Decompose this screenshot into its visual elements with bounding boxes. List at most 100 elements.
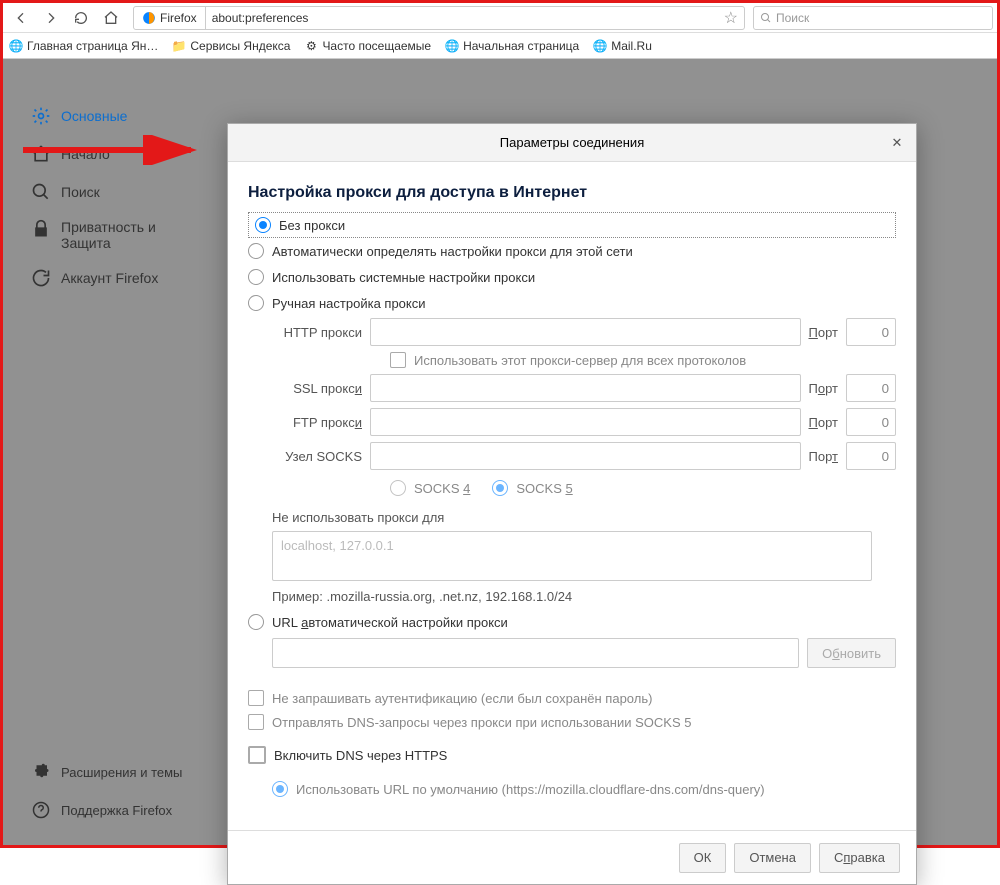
help-button[interactable]: Справка bbox=[819, 843, 900, 873]
bookmark-yandex-home[interactable]: 🌐Главная страница Ян… bbox=[9, 39, 158, 53]
sync-icon bbox=[31, 268, 51, 288]
checkbox-icon bbox=[248, 690, 264, 706]
bookmark-star-icon[interactable]: ☆ bbox=[718, 8, 744, 28]
radio-icon bbox=[248, 295, 264, 311]
sidebar-label: Поддержка Firefox bbox=[61, 803, 172, 818]
no-proxy-example: Пример: .mozilla-russia.org, .net.nz, 19… bbox=[272, 589, 896, 604]
ftp-proxy-input[interactable] bbox=[370, 408, 801, 436]
ok-button[interactable]: ОК bbox=[679, 843, 727, 873]
forward-button[interactable] bbox=[37, 6, 65, 30]
sidebar-item-search[interactable]: Поиск bbox=[31, 173, 227, 211]
radio-icon bbox=[255, 217, 271, 233]
cancel-button[interactable]: Отмена bbox=[734, 843, 811, 873]
radio-label: URL автоматической настройки прокси bbox=[272, 615, 508, 630]
browser-toolbar: Firefox about:preferences ☆ Поиск bbox=[3, 3, 997, 33]
ssl-port-input[interactable] bbox=[846, 374, 896, 402]
radio-manual-proxy[interactable]: Ручная настройка прокси bbox=[248, 290, 896, 316]
ssl-proxy-label: SSL прокси bbox=[272, 381, 362, 396]
identity-label: Firefox bbox=[160, 11, 197, 25]
sidebar-label: Поиск bbox=[61, 184, 100, 200]
radio-label: SOCKS 5 bbox=[516, 481, 572, 496]
sidebar-item-account[interactable]: Аккаунт Firefox bbox=[31, 259, 227, 297]
globe-icon: 🌐 bbox=[9, 39, 23, 53]
lock-icon bbox=[31, 219, 51, 239]
radio-socks4[interactable]: SOCKS 4 bbox=[390, 480, 470, 496]
dialog-footer: ОК Отмена Справка bbox=[228, 830, 916, 884]
dialog-body: Настройка прокси для доступа в Интернет … bbox=[228, 162, 916, 830]
bookmark-startpage[interactable]: 🌐Начальная страница bbox=[445, 39, 579, 53]
ftp-port-input[interactable] bbox=[846, 408, 896, 436]
radio-icon bbox=[272, 781, 288, 797]
search-box[interactable]: Поиск bbox=[753, 6, 993, 30]
ssl-proxy-input[interactable] bbox=[370, 374, 801, 402]
use-for-all-checkbox-row[interactable]: Использовать этот прокси-сервер для всех… bbox=[390, 352, 896, 368]
socks-port-input[interactable] bbox=[846, 442, 896, 470]
radio-auto-detect[interactable]: Автоматически определять настройки прокс… bbox=[248, 238, 896, 264]
http-proxy-input[interactable] bbox=[370, 318, 801, 346]
radio-icon bbox=[390, 480, 406, 496]
sidebar-item-addons[interactable]: Расширения и темы bbox=[31, 753, 227, 791]
home-icon bbox=[31, 144, 51, 164]
sidebar-label: Основные bbox=[61, 108, 127, 124]
radio-label: Использовать URL по умолчанию (https://m… bbox=[296, 782, 765, 797]
search-placeholder: Поиск bbox=[776, 11, 809, 25]
radio-icon bbox=[248, 243, 264, 259]
url-text[interactable]: about:preferences bbox=[206, 11, 718, 25]
http-port-input[interactable] bbox=[846, 318, 896, 346]
radio-icon bbox=[248, 269, 264, 285]
sidebar-label: Приватность и Защита bbox=[61, 219, 181, 251]
sidebar-item-support[interactable]: Поддержка Firefox bbox=[31, 791, 227, 829]
search-icon bbox=[31, 182, 51, 202]
radio-system-proxy[interactable]: Использовать системные настройки прокси bbox=[248, 264, 896, 290]
port-label: Порт bbox=[809, 325, 838, 340]
globe-icon: 🌐 bbox=[445, 39, 459, 53]
checkbox-icon bbox=[248, 746, 266, 764]
port-label: Порт bbox=[809, 415, 838, 430]
bookmark-yandex-services[interactable]: 📁Сервисы Яндекса bbox=[172, 39, 290, 53]
radio-socks5[interactable]: SOCKS 5 bbox=[492, 480, 572, 496]
bookmark-frequent[interactable]: ⚙Часто посещаемые bbox=[304, 39, 431, 53]
checkbox-label: Отправлять DNS-запросы через прокси при … bbox=[272, 715, 691, 730]
checkbox-label: Не запрашивать аутентификацию (если был … bbox=[272, 691, 652, 706]
checkbox-icon bbox=[248, 714, 264, 730]
bookmark-mailru[interactable]: 🌐Mail.Ru bbox=[593, 39, 652, 53]
radio-label: Автоматически определять настройки прокс… bbox=[272, 244, 633, 259]
radio-label: SOCKS 4 bbox=[414, 481, 470, 496]
site-identity[interactable]: Firefox bbox=[134, 7, 206, 29]
connection-settings-dialog: Параметры соединения ✕ Настройка прокси … bbox=[227, 123, 917, 885]
checkbox-no-auth[interactable]: Не запрашивать аутентификацию (если был … bbox=[248, 686, 896, 710]
back-button[interactable] bbox=[7, 6, 35, 30]
sidebar-item-general[interactable]: Основные bbox=[31, 97, 227, 135]
radio-icon bbox=[248, 614, 264, 630]
socks-host-input[interactable] bbox=[370, 442, 801, 470]
checkbox-dns-https[interactable]: Включить DNS через HTTPS bbox=[248, 742, 896, 768]
radio-auto-config-url[interactable]: URL автоматической настройки прокси bbox=[248, 614, 896, 630]
radio-dns-default-url[interactable]: Использовать URL по умолчанию (https://m… bbox=[272, 776, 896, 802]
puzzle-icon bbox=[31, 762, 51, 782]
auto-config-url-input[interactable] bbox=[272, 638, 799, 668]
close-button[interactable]: ✕ bbox=[888, 134, 906, 152]
url-bar[interactable]: Firefox about:preferences ☆ bbox=[133, 6, 745, 30]
preferences-sidebar: Основные Начало Поиск Приватность и Защи… bbox=[3, 59, 227, 845]
gear-icon: ⚙ bbox=[304, 39, 318, 53]
checkbox-dns-socks5[interactable]: Отправлять DNS-запросы через прокси при … bbox=[248, 710, 896, 734]
radio-no-proxy[interactable]: Без прокси bbox=[248, 212, 896, 238]
http-proxy-label: HTTP прокси bbox=[272, 325, 362, 340]
dialog-title-bar: Параметры соединения ✕ bbox=[228, 124, 916, 162]
sidebar-label: Расширения и темы bbox=[61, 765, 182, 780]
home-button[interactable] bbox=[97, 6, 125, 30]
sidebar-item-privacy[interactable]: Приватность и Защита bbox=[31, 211, 227, 259]
section-heading: Настройка прокси для доступа в Интернет bbox=[248, 184, 896, 202]
sidebar-label: Начало bbox=[61, 146, 110, 162]
radio-label: Ручная настройка прокси bbox=[272, 296, 426, 311]
no-proxy-for-label: Не использовать прокси для bbox=[272, 510, 896, 525]
globe-icon: 🌐 bbox=[593, 39, 607, 53]
sidebar-item-home[interactable]: Начало bbox=[31, 135, 227, 173]
checkbox-icon bbox=[390, 352, 406, 368]
radio-icon bbox=[492, 480, 508, 496]
reload-button[interactable] bbox=[67, 6, 95, 30]
no-proxy-for-textarea[interactable]: localhost, 127.0.0.1 bbox=[272, 531, 872, 581]
firefox-icon bbox=[142, 11, 156, 25]
reload-button[interactable]: Обновить bbox=[807, 638, 896, 668]
dialog-title: Параметры соединения bbox=[500, 135, 644, 150]
